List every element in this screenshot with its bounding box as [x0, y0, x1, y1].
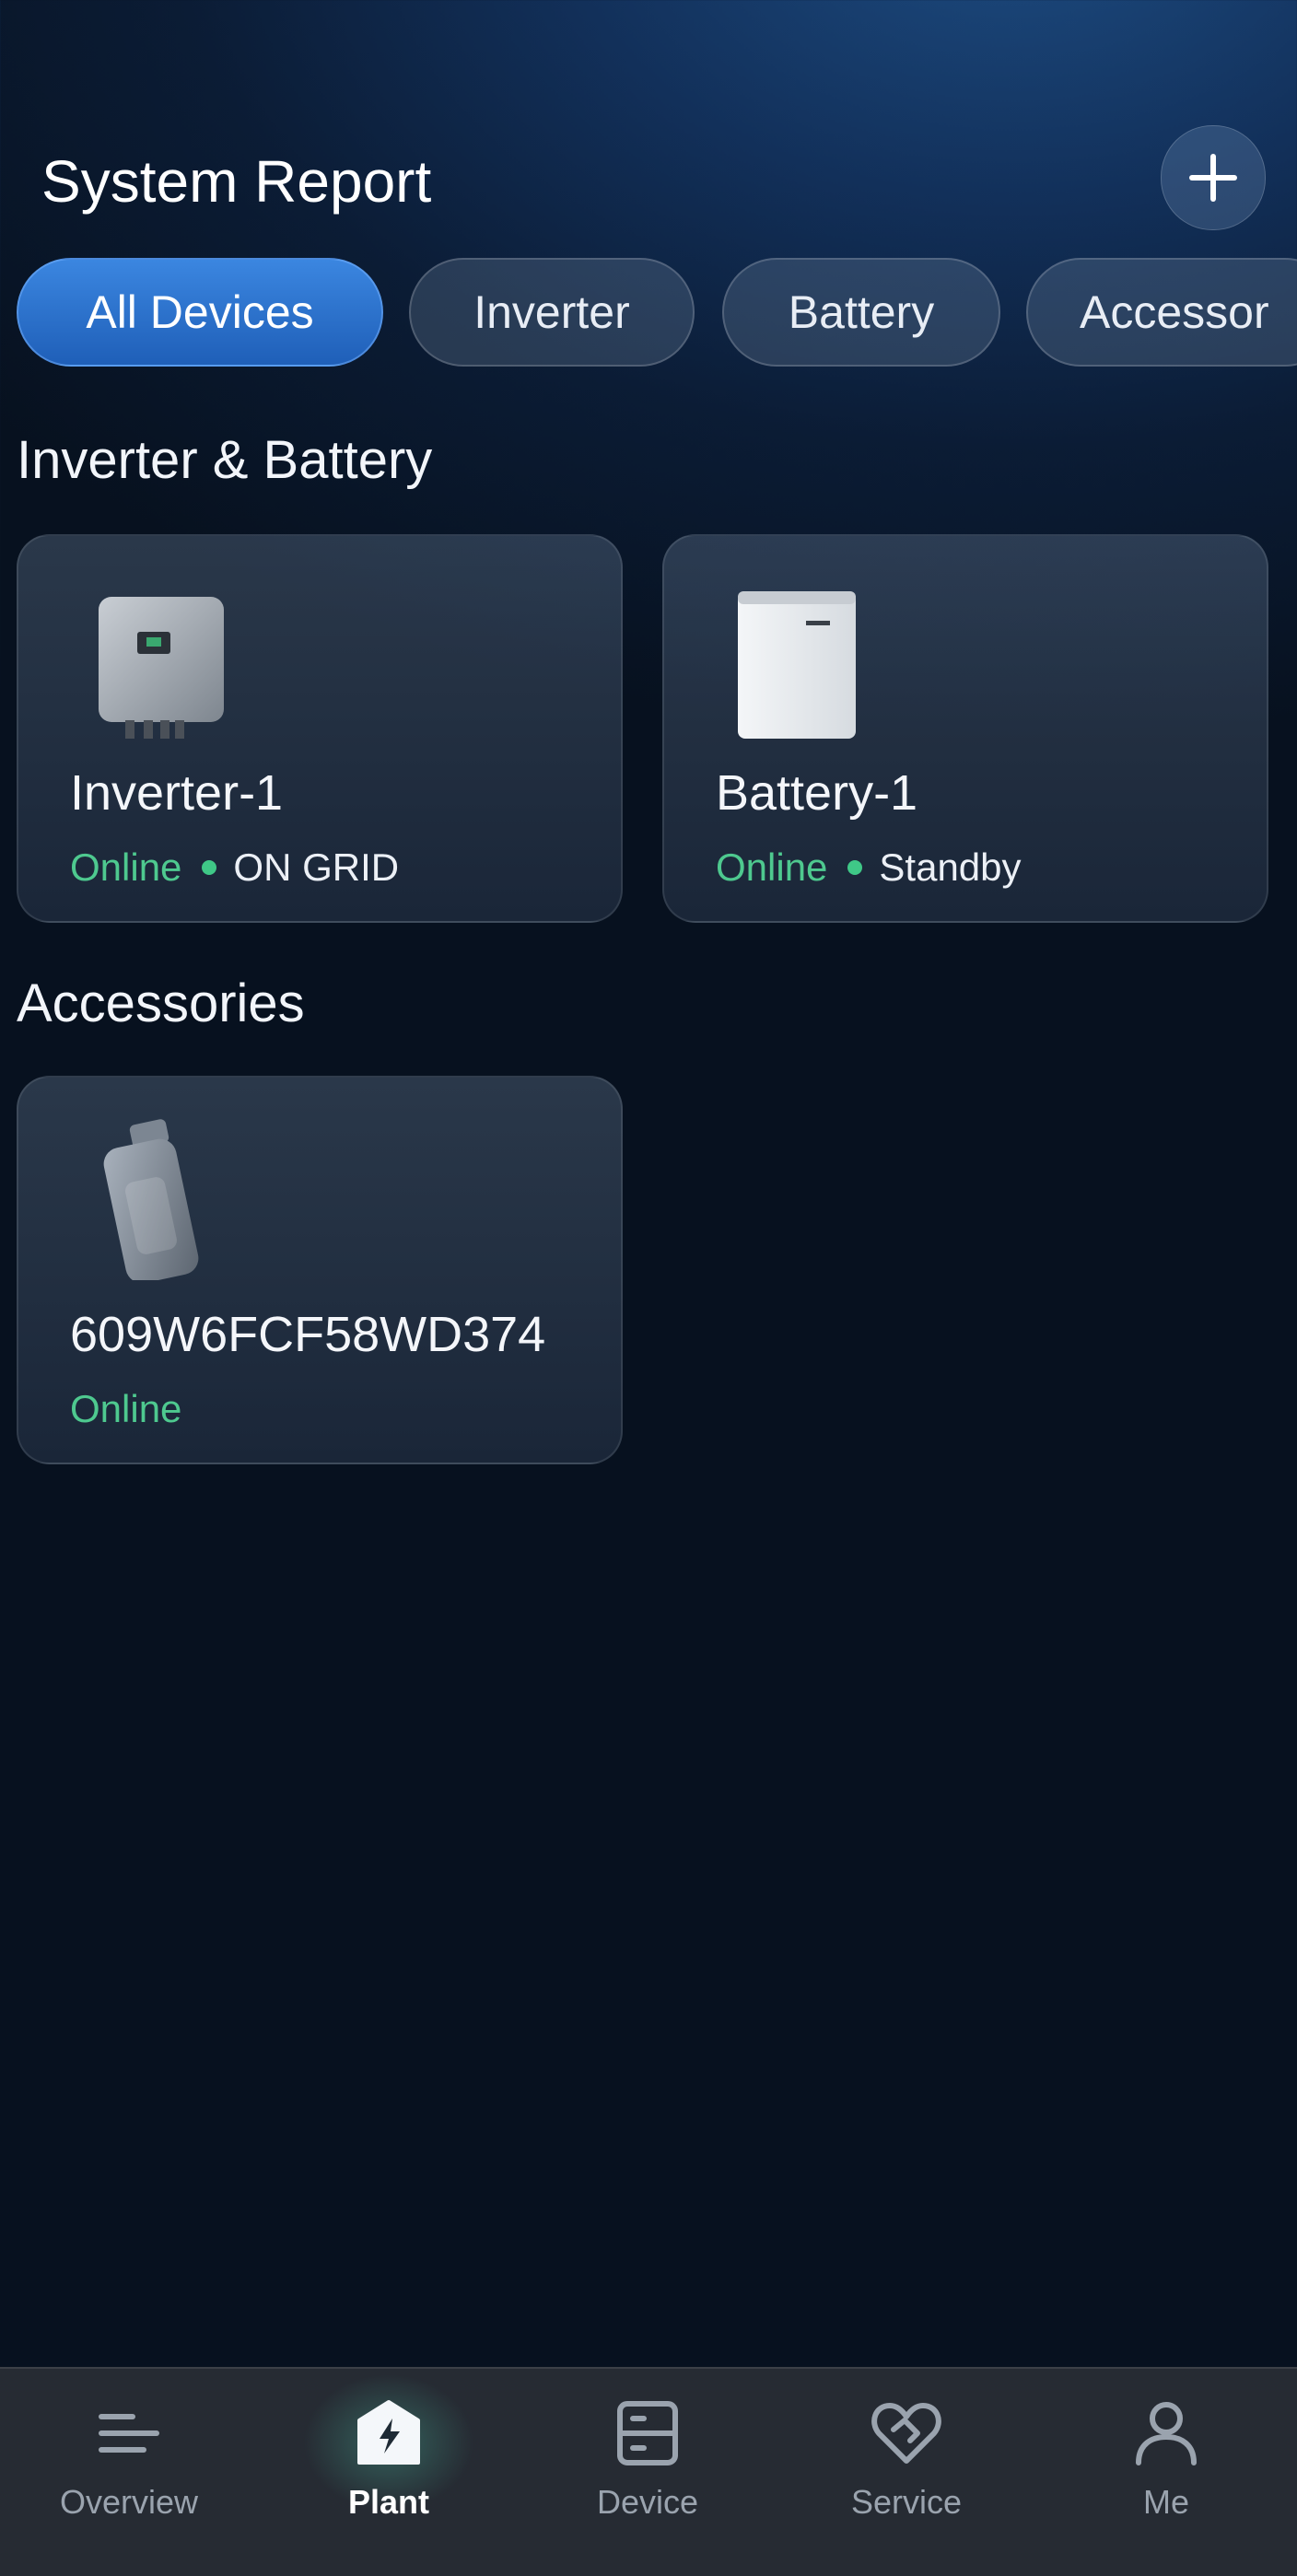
- menu-lines-icon: [99, 2414, 159, 2453]
- device-card-accessory[interactable]: 609W6FCF58WD374 Online: [17, 1076, 623, 1464]
- device-mode: ON GRID: [233, 845, 400, 889]
- tab-label: Service: [850, 2483, 963, 2521]
- bolt-house-icon: [357, 2400, 420, 2465]
- device-card-inverter[interactable]: Inverter-1 Online ON GRID: [17, 534, 623, 923]
- plus-icon: [1189, 154, 1237, 202]
- device-mode: Standby: [879, 845, 1022, 889]
- bottom-tab-bar: Overview Plant Device Service Me: [0, 2367, 1297, 2576]
- device-status: Online ON GRID: [70, 845, 399, 890]
- person-icon: [1136, 2402, 1197, 2465]
- filter-inverter[interactable]: Inverter: [409, 258, 695, 367]
- online-status: Online: [70, 1387, 182, 1430]
- section-title-accessories: Accessories: [17, 973, 305, 1033]
- tab-overview[interactable]: Overview: [0, 2369, 258, 2576]
- dongle-icon: [103, 1119, 199, 1280]
- filter-tabs: All Devices Inverter Battery Accessor: [17, 258, 1297, 368]
- device-name: Inverter-1: [70, 765, 284, 821]
- device-status: Online: [70, 1387, 181, 1431]
- tab-label: Plant: [347, 2483, 429, 2521]
- tab-label: Device: [596, 2483, 699, 2521]
- filter-battery[interactable]: Battery: [722, 258, 1000, 367]
- device-card-battery[interactable]: Battery-1 Online Standby: [662, 534, 1268, 923]
- device-cabinet-icon: [617, 2401, 678, 2465]
- status-dot-icon: [202, 860, 217, 875]
- tab-label: Me: [1142, 2483, 1189, 2521]
- online-status: Online: [70, 845, 182, 889]
- device-status: Online Standby: [716, 845, 1022, 890]
- tab-service[interactable]: Service: [777, 2369, 1035, 2576]
- tab-plant[interactable]: Plant: [260, 2369, 518, 2576]
- tab-me[interactable]: Me: [1037, 2369, 1295, 2576]
- battery-icon: [738, 591, 856, 739]
- inverter-icon: [99, 597, 224, 739]
- device-name: Battery-1: [716, 765, 918, 821]
- filter-all-devices[interactable]: All Devices: [17, 258, 383, 367]
- filter-accessories[interactable]: Accessor: [1026, 258, 1297, 367]
- page-title: System Report: [41, 148, 432, 215]
- tab-device[interactable]: Device: [519, 2369, 777, 2576]
- add-button[interactable]: [1161, 125, 1266, 230]
- online-status: Online: [716, 845, 828, 889]
- status-dot-icon: [847, 860, 863, 875]
- section-title-inverter-battery: Inverter & Battery: [17, 430, 433, 490]
- device-name: 609W6FCF58WD374: [70, 1307, 546, 1362]
- heart-handshake-icon: [871, 2403, 941, 2464]
- tab-label: Overview: [59, 2483, 199, 2521]
